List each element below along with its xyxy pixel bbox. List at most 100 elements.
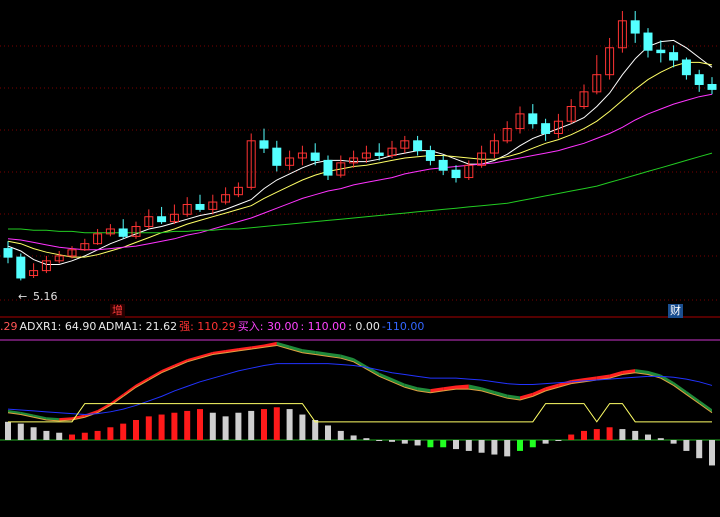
histogram-bar [619, 429, 626, 440]
candle [221, 187, 231, 205]
histogram-bar [504, 440, 511, 457]
candlestick-series[interactable] [3, 11, 717, 281]
candle [208, 194, 218, 215]
histogram-bar [529, 440, 536, 448]
candle [118, 219, 128, 239]
candle [272, 140, 282, 172]
candle [297, 145, 307, 166]
candle [131, 221, 141, 239]
histogram-bar [491, 440, 498, 455]
adx-band-segment [609, 370, 623, 379]
adx-band-segment [558, 380, 572, 388]
histogram-bar [709, 440, 715, 466]
histogram-bar [325, 425, 331, 440]
candle [105, 224, 115, 237]
candle-body [157, 216, 167, 223]
adx-line [7, 344, 713, 422]
histogram-bar [5, 421, 11, 440]
indicator-item: : 0.00 [348, 320, 380, 333]
candle [630, 11, 640, 43]
candle [566, 99, 576, 124]
histogram-bar [94, 430, 101, 440]
histogram-bar [299, 414, 306, 440]
finance-tag[interactable]: 财 [668, 304, 683, 318]
histogram-bar [222, 416, 229, 440]
candle [528, 104, 538, 129]
candle [157, 206, 167, 225]
indicator-item: .29 [0, 320, 18, 333]
candle-body [259, 140, 269, 149]
adx-band-segment [340, 354, 354, 362]
histogram-bar [478, 440, 485, 453]
adx-band-segment [481, 387, 495, 395]
histogram-bar [197, 409, 203, 440]
candle [285, 150, 295, 171]
candle [323, 155, 333, 180]
histogram-bar [606, 427, 613, 440]
candle-body [694, 74, 704, 85]
stock-chart[interactable] [0, 0, 720, 517]
moving-average-lines [7, 39, 713, 265]
histogram-bar [145, 416, 152, 440]
candle [515, 106, 525, 134]
candle-body [681, 59, 691, 76]
histogram-bar [645, 434, 651, 440]
adx-band-segment [648, 370, 661, 379]
adx-band-segment [456, 384, 469, 390]
low-price-label: 5.16 [33, 290, 58, 303]
candle [656, 40, 666, 63]
increase-tag[interactable]: 增 [110, 304, 125, 318]
candle [54, 251, 64, 264]
candle-body [413, 140, 423, 152]
histogram-bar [248, 410, 255, 440]
histogram-bar [184, 410, 191, 440]
histogram-bar [171, 412, 178, 440]
histogram-bar [517, 440, 523, 451]
histogram-bar [414, 440, 421, 446]
histogram-bar [158, 414, 165, 440]
candle [707, 77, 717, 95]
histogram-bar [453, 440, 459, 450]
candle-body [16, 256, 26, 279]
histogram-bar [376, 440, 383, 441]
histogram-bar [670, 440, 677, 444]
candle [694, 69, 704, 92]
histogram-bar [107, 427, 114, 440]
candle [541, 118, 551, 141]
histogram-bar [30, 427, 37, 440]
candle [681, 57, 691, 80]
histogram-bar [350, 435, 357, 440]
candle [374, 143, 384, 161]
histogram-bar [542, 440, 549, 444]
candle [233, 182, 243, 198]
histogram-bar [209, 412, 216, 440]
candle-body [630, 20, 640, 34]
adx-band-segment [520, 392, 533, 400]
candle [3, 241, 13, 264]
histogram-bar [683, 440, 690, 451]
indicator-value-bar: .29 ADXR1: 64.90 ADMA1: 21.62 强: 110.29 买入: … [0, 318, 426, 336]
candle-body [118, 228, 128, 237]
indicator-panel[interactable] [0, 339, 720, 466]
histogram-bar [593, 429, 600, 440]
adx-band-segment [404, 383, 418, 391]
histogram-bar [568, 434, 575, 440]
candle [592, 55, 602, 95]
histogram-bar [389, 440, 395, 442]
histogram-bar [133, 420, 139, 440]
candle-body [541, 123, 551, 134]
histogram-bar [43, 430, 50, 440]
histogram-bar [69, 434, 75, 440]
candle [502, 121, 512, 144]
candle-body [374, 152, 384, 157]
histogram-bar [632, 430, 639, 440]
candle-body [438, 159, 448, 171]
indicator-item: ADMA1: 21.62 [98, 320, 178, 333]
candle-body [323, 159, 333, 176]
candle [93, 228, 103, 245]
candle [489, 133, 499, 158]
candle [643, 28, 653, 58]
candle-body [656, 49, 666, 54]
candle-body [3, 248, 13, 258]
indicator-item: -110.00 [381, 320, 425, 333]
